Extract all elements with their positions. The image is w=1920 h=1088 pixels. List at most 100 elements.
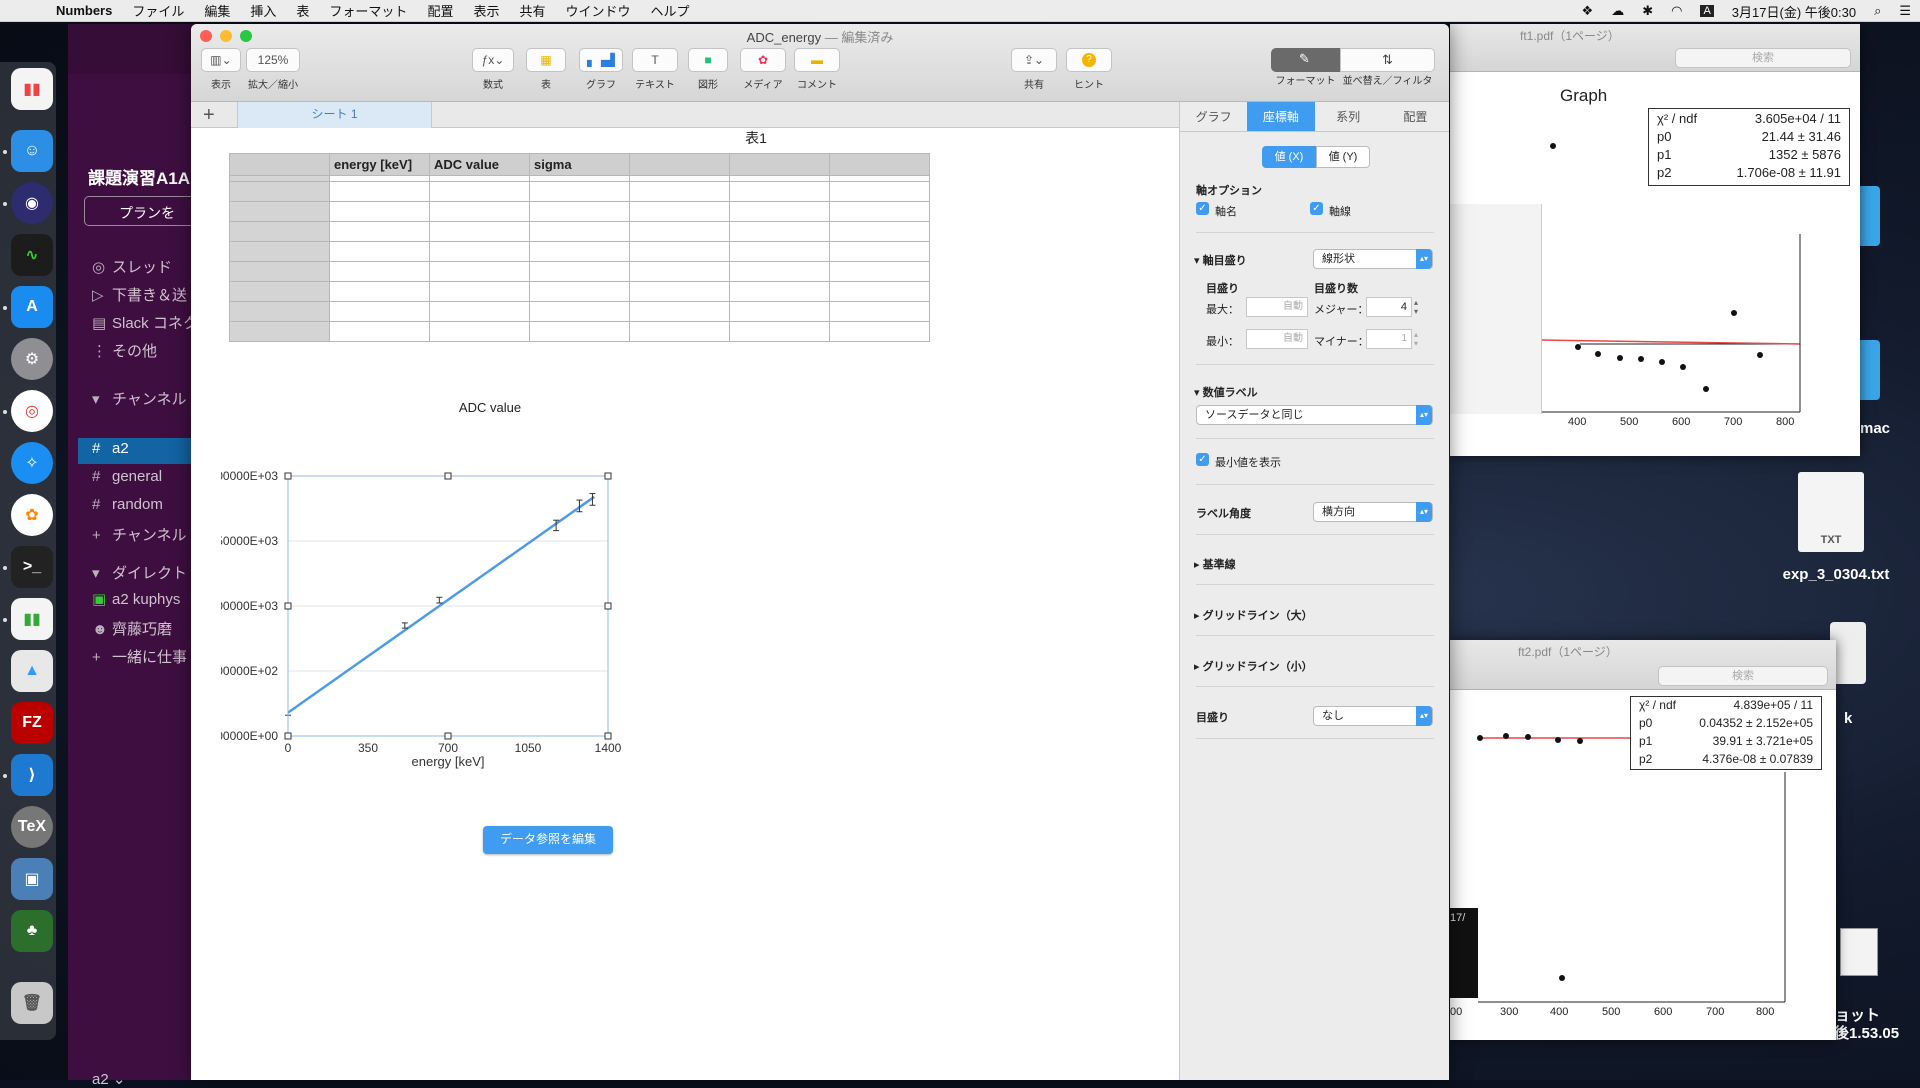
- table-cell[interactable]: [429, 321, 530, 342]
- table-cell[interactable]: [729, 301, 830, 322]
- menu-window[interactable]: ウインドウ: [555, 1, 640, 20]
- preview-dock-icon[interactable]: ▣: [11, 858, 53, 900]
- scatter-chart[interactable]: 0.00000E+00 5.00000E+02 1.00000E+03 1.50000…: [221, 404, 671, 844]
- finder-dock-icon[interactable]: ☺: [11, 130, 53, 172]
- edit-data-references-button[interactable]: データ参照を編集: [483, 826, 613, 854]
- dm-item[interactable]: ☻ 齊藤巧磨: [92, 618, 172, 639]
- menu-help[interactable]: ヘルプ: [641, 1, 700, 20]
- dm-item[interactable]: ▣ a2 kuphys: [92, 590, 180, 608]
- minor-gridlines-heading[interactable]: ▸ グリッドライン（小）: [1194, 658, 1313, 674]
- dm-item[interactable]: + 一緒に仕事: [92, 646, 187, 667]
- table-cell[interactable]: [729, 201, 830, 222]
- table-cell[interactable]: [329, 321, 430, 342]
- label-angle-select[interactable]: 横方向 ▴▾: [1313, 502, 1433, 522]
- table-cell[interactable]: [529, 321, 630, 342]
- channels-header[interactable]: ▾ チャンネル: [92, 388, 187, 409]
- workspace-name[interactable]: 課題演習A1A: [88, 164, 190, 189]
- shape-button[interactable]: ■ 図形: [688, 48, 728, 91]
- table-cell[interactable]: [829, 221, 930, 242]
- menu-file[interactable]: ファイル: [122, 1, 194, 20]
- cloud-icon[interactable]: ☁: [1611, 3, 1624, 19]
- keynote-dock-icon[interactable]: ▲: [11, 650, 53, 692]
- table-cell[interactable]: [329, 301, 430, 322]
- comment-button[interactable]: ▬ コメント: [794, 48, 840, 91]
- major-steps-input[interactable]: 4: [1366, 297, 1412, 317]
- txt-file-icon[interactable]: TXT: [1798, 472, 1864, 552]
- table-cell[interactable]: [429, 301, 530, 322]
- tex-dock-icon[interactable]: TeX: [11, 806, 53, 848]
- minor-steps-input[interactable]: 1: [1366, 329, 1412, 349]
- table-cell[interactable]: [629, 301, 730, 322]
- view-button[interactable]: ▥⌄ 表示: [201, 48, 241, 91]
- notification-center-icon[interactable]: ☰: [1899, 3, 1911, 19]
- table-cell[interactable]: [729, 281, 830, 302]
- input-source-icon[interactable]: A: [1700, 5, 1714, 17]
- row-header[interactable]: [229, 181, 330, 202]
- table-cell[interactable]: [629, 221, 730, 242]
- menu-share[interactable]: 共有: [509, 1, 555, 20]
- table-cell[interactable]: [429, 281, 530, 302]
- format-inspector-button[interactable]: ✎: [1271, 48, 1340, 72]
- dropbox-icon[interactable]: ❖: [1582, 3, 1594, 19]
- table-cell[interactable]: [629, 321, 730, 342]
- add-sheet-icon[interactable]: +: [203, 104, 215, 127]
- numbers2-dock-icon[interactable]: ▮▮: [11, 598, 53, 640]
- table-cell[interactable]: [529, 201, 630, 222]
- table-cell[interactable]: [729, 261, 830, 282]
- table-cell[interactable]: [829, 301, 930, 322]
- tab-arrange[interactable]: 配置: [1382, 102, 1449, 131]
- row-header[interactable]: [229, 201, 330, 222]
- table-cell[interactable]: [829, 241, 930, 262]
- min-input[interactable]: 自動: [1246, 329, 1308, 349]
- chrome-dock-icon[interactable]: ◎: [11, 390, 53, 432]
- wifi-icon[interactable]: ◠: [1671, 3, 1682, 19]
- clock[interactable]: 3月17日(金) 午後0:30: [1732, 2, 1856, 21]
- menu-table[interactable]: 表: [286, 1, 319, 20]
- tick-marks-select[interactable]: なし ▴▾: [1313, 706, 1433, 726]
- row-header[interactable]: [229, 221, 330, 242]
- table-cell[interactable]: [429, 181, 530, 202]
- menu-insert[interactable]: 挿入: [240, 1, 286, 20]
- channel-item-random[interactable]: # random: [92, 496, 163, 513]
- spotlight-icon[interactable]: ⌕: [1874, 3, 1881, 19]
- tab-axis[interactable]: 座標軸: [1247, 102, 1315, 131]
- axis-x-segment[interactable]: 値 (X): [1262, 146, 1316, 168]
- tab-series[interactable]: 系列: [1315, 102, 1382, 131]
- table-cell[interactable]: [629, 281, 730, 302]
- root-dock-icon[interactable]: ♣: [11, 910, 53, 952]
- sidebar-item-threads[interactable]: ◎ スレッド: [92, 256, 172, 277]
- table-cell[interactable]: [329, 221, 430, 242]
- row-header[interactable]: [229, 281, 330, 302]
- hint-button[interactable]: ? ヒント: [1066, 48, 1112, 91]
- system-preferences-dock-icon[interactable]: ⚙: [11, 338, 53, 380]
- table-button[interactable]: ▦ 表: [526, 48, 566, 91]
- table-cell[interactable]: [829, 201, 930, 222]
- column-header[interactable]: [629, 153, 730, 176]
- corner-cell[interactable]: [229, 153, 330, 176]
- major-stepper[interactable]: ▴ ▾: [1414, 298, 1418, 316]
- minor-stepper[interactable]: ▴ ▾: [1414, 330, 1418, 348]
- table-cell[interactable]: [329, 201, 430, 222]
- chart-button[interactable]: ▖▗▟ グラフ: [579, 48, 623, 91]
- row-header[interactable]: [229, 261, 330, 282]
- table-cell[interactable]: [329, 181, 430, 202]
- table-title[interactable]: 表1: [191, 128, 1321, 148]
- media-button[interactable]: ✿ メディア: [740, 48, 786, 91]
- formula-button[interactable]: ƒx⌄ 数式: [472, 48, 514, 91]
- table-cell[interactable]: [729, 321, 830, 342]
- siri-dock-icon[interactable]: ◉: [11, 182, 53, 224]
- table-cell[interactable]: [729, 241, 830, 262]
- table-cell[interactable]: [829, 281, 930, 302]
- table-cell[interactable]: [829, 261, 930, 282]
- table-cell[interactable]: [329, 281, 430, 302]
- filezilla-dock-icon[interactable]: FZ: [11, 702, 53, 744]
- table-cell[interactable]: [329, 241, 430, 262]
- bluetooth-icon[interactable]: ✱: [1642, 3, 1653, 19]
- data-table[interactable]: energy [keV] ADC value sigma: [229, 153, 930, 342]
- table-cell[interactable]: [629, 201, 730, 222]
- safari-dock-icon[interactable]: ✧: [11, 442, 53, 484]
- screenshot-file-icon[interactable]: [1840, 928, 1878, 976]
- sidebar-item-drafts[interactable]: ▷ 下書き＆送: [92, 284, 187, 305]
- table-cell[interactable]: [629, 261, 730, 282]
- app-menu[interactable]: Numbers: [40, 3, 122, 18]
